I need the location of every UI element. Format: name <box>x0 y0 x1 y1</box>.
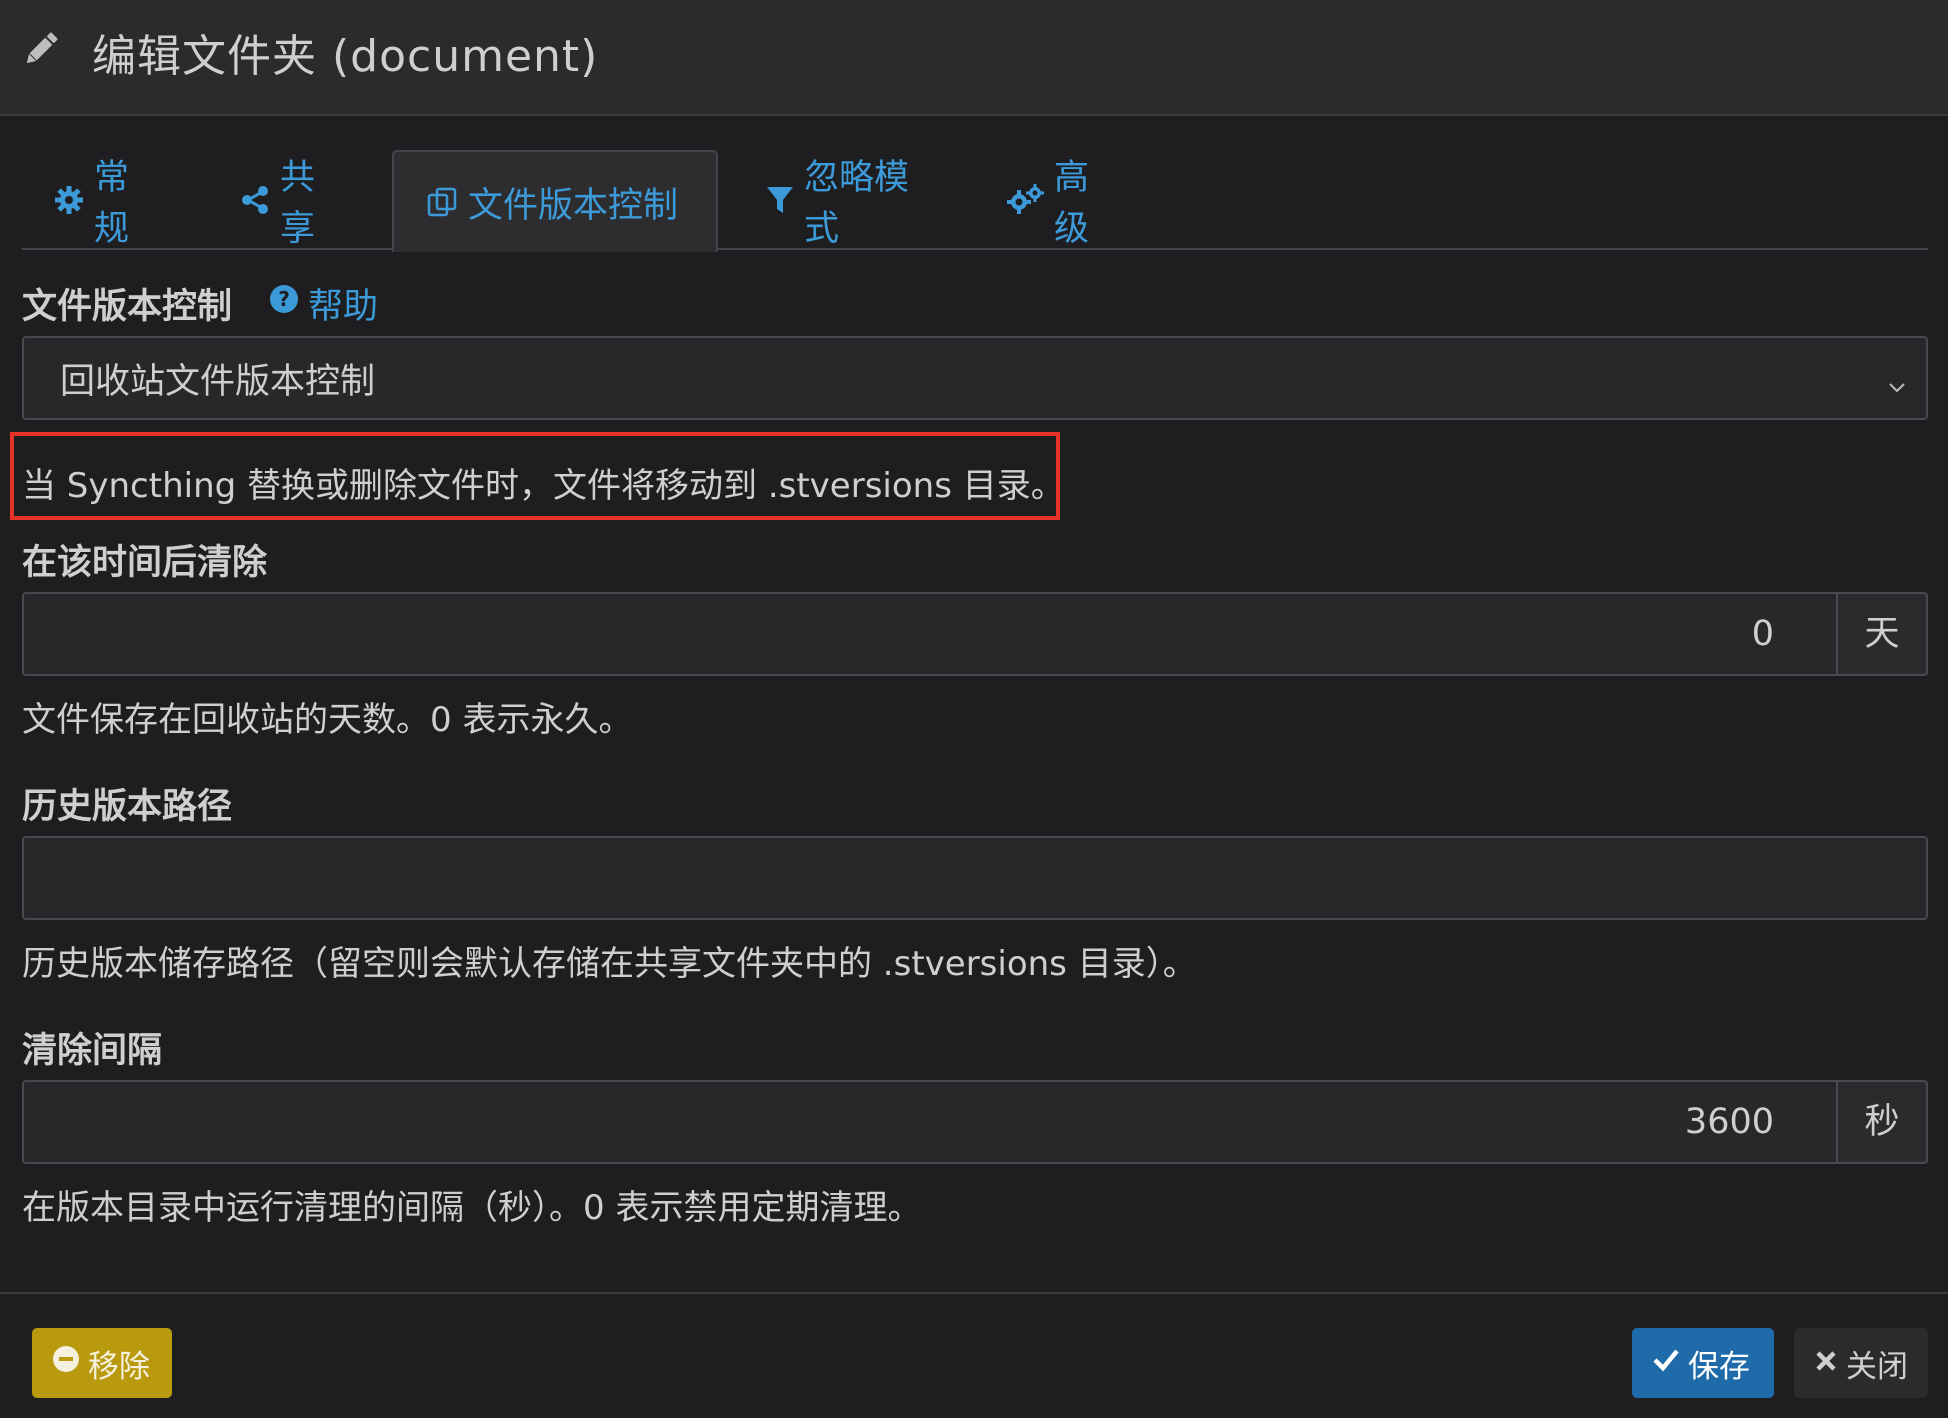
remove-button[interactable]: 移除 <box>32 1328 172 1398</box>
chevron-down-icon <box>1886 368 1908 408</box>
remove-label: 移除 <box>88 1348 150 1385</box>
close-icon <box>1814 1345 1838 1381</box>
tab-file-versioning[interactable]: 文件版本控制 <box>392 150 718 252</box>
cleanout-label: 在该时间后清除 <box>22 543 268 583</box>
share-icon <box>240 185 270 215</box>
tab-general[interactable]: 常规 <box>22 150 192 250</box>
save-label: 保存 <box>1688 1348 1750 1385</box>
cleanup-interval-unit: 秒 <box>1836 1080 1928 1164</box>
tab-file-versioning-label: 文件版本控制 <box>468 185 679 226</box>
versioning-type-value: 回收站文件版本控制 <box>60 361 376 402</box>
tab-sharing-label: 共享 <box>280 158 316 249</box>
tab-bar: 常规 共享 文件版本控制 忽略模式 高级 <box>22 150 1928 252</box>
modal-footer: 移除 保存 关闭 <box>0 1292 1948 1418</box>
close-button[interactable]: 关闭 <box>1794 1328 1928 1398</box>
tab-advanced-label: 高级 <box>1054 158 1090 249</box>
cleanout-help: 文件保存在回收站的天数。0 表示永久。 <box>22 700 633 740</box>
cleanup-interval-label: 清除间隔 <box>22 1031 163 1071</box>
help-label: 帮助 <box>308 287 379 327</box>
edit-folder-modal: 编辑文件夹 (document) 常规 共享 文件版本控制 忽略模式 高级 文件… <box>0 0 1948 1418</box>
save-button[interactable]: 保存 <box>1632 1328 1774 1398</box>
pencil-icon <box>20 28 62 70</box>
minus-circle-icon <box>52 1345 80 1381</box>
cleanout-unit: 天 <box>1836 592 1928 676</box>
versions-path-help: 历史版本储存路径（留空则会默认存储在共享文件夹中的 .stversions 目录… <box>22 944 1197 984</box>
copy-icon <box>426 186 458 218</box>
tab-advanced[interactable]: 高级 <box>974 150 1154 250</box>
versioning-type-select[interactable]: 回收站文件版本控制 <box>22 336 1928 420</box>
tab-ignore-patterns[interactable]: 忽略模式 <box>734 150 944 250</box>
svg-text:?: ? <box>278 287 290 311</box>
cleanup-interval-help: 在版本目录中运行清理的间隔（秒）。0 表示禁用定期清理。 <box>22 1188 922 1228</box>
versioning-label: 文件版本控制 <box>22 287 233 327</box>
gear-icon <box>54 185 84 215</box>
versions-path-input[interactable] <box>22 836 1928 920</box>
tab-sharing[interactable]: 共享 <box>208 150 378 250</box>
cleanup-interval-input[interactable]: 3600 <box>22 1080 1838 1164</box>
tab-general-label: 常规 <box>94 158 130 249</box>
tab-ignore-patterns-label: 忽略模式 <box>804 158 910 249</box>
help-link[interactable]: ? 帮助 <box>268 278 378 329</box>
gears-icon <box>1006 184 1044 216</box>
modal-header: 编辑文件夹 (document) <box>0 0 1948 116</box>
filter-icon <box>766 185 794 215</box>
question-circle-icon: ? <box>268 283 300 324</box>
versioning-description: 当 Syncthing 替换或删除文件时，文件将移动到 .stversions … <box>22 466 1065 506</box>
versions-path-label: 历史版本路径 <box>22 787 233 827</box>
cleanout-days-input[interactable]: 0 <box>22 592 1838 676</box>
close-label: 关闭 <box>1846 1348 1908 1385</box>
check-icon <box>1652 1345 1680 1381</box>
modal-title: 编辑文件夹 (document) <box>92 31 599 82</box>
